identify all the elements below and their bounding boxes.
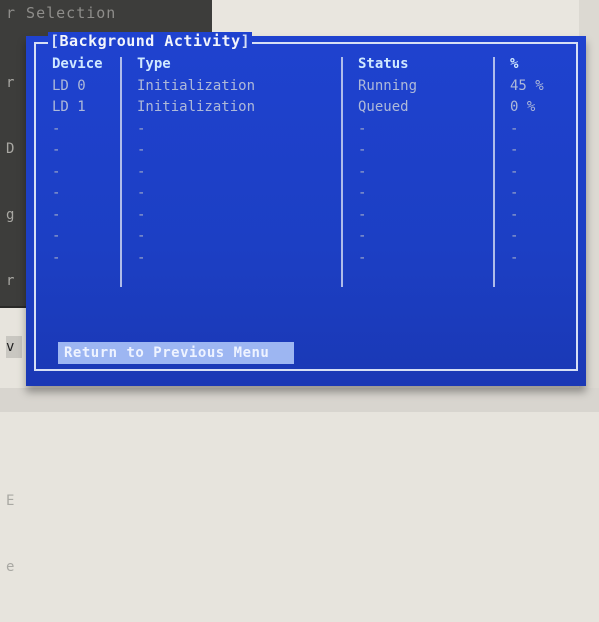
status-cell: -	[358, 185, 367, 201]
percent-cell: -	[510, 228, 519, 244]
background-letter: r	[6, 75, 15, 91]
status-cell: -	[358, 120, 367, 137]
device-header: Device	[52, 56, 103, 72]
return-to-previous-menu-button[interactable]: Return to Previous Menu	[58, 342, 294, 364]
type-cell: -	[137, 120, 146, 137]
type-cell: -	[137, 142, 146, 158]
type-cell: -	[137, 185, 146, 201]
background-window-title: r Selection	[6, 4, 117, 22]
column-divider	[120, 57, 122, 287]
device-cell: -	[52, 163, 61, 180]
percent-cell: -	[510, 163, 519, 180]
status-header: Status	[358, 56, 409, 72]
device-cell: -	[52, 206, 61, 223]
device-cell: -	[52, 228, 61, 244]
background-letter: v	[6, 336, 22, 358]
type-cell: -	[137, 206, 146, 223]
background-letter: D	[6, 141, 15, 157]
dialog-frame: [Background Activity] Device LD 0 LD 1 -…	[34, 32, 578, 371]
type-cell: Initialization	[137, 99, 256, 115]
device-column: Device LD 0 LD 1 - - - - - - -	[52, 54, 114, 269]
status-cell: Running	[358, 77, 418, 94]
device-cell: -	[52, 249, 61, 266]
background-letter: e	[6, 559, 15, 575]
type-column: Type Initialization Initialization - - -…	[137, 54, 335, 269]
percent-cell: -	[510, 142, 519, 158]
title-left-bracket: [	[50, 32, 60, 50]
type-cell: Initialization	[137, 77, 256, 94]
percent-cell: -	[510, 249, 519, 266]
percent-cell: 45 %	[510, 77, 544, 94]
status-cell: Queued	[358, 99, 409, 115]
background-activity-dialog: [Background Activity] Device LD 0 LD 1 -…	[26, 32, 586, 386]
percent-column: % 45 % 0 % - - - - - - -	[510, 54, 566, 269]
monitor-bezel-bottom	[0, 388, 599, 412]
status-cell: -	[358, 249, 367, 266]
background-letter: E	[6, 493, 15, 509]
status-column: Status Running Queued - - - - - - -	[358, 54, 488, 269]
device-cell[interactable]: LD 1	[52, 97, 114, 119]
percent-cell: -	[510, 206, 519, 223]
status-cell: -	[358, 142, 367, 158]
device-cell[interactable]: LD 0	[52, 76, 114, 98]
type-header: Type	[137, 56, 171, 72]
percent-header: %	[510, 56, 519, 72]
type-cell: -	[137, 163, 146, 180]
status-cell: -	[358, 206, 367, 223]
dialog-title: [Background Activity]	[48, 32, 253, 50]
type-cell: -	[137, 249, 146, 266]
percent-cell: 0 %	[510, 99, 536, 115]
background-letter: r	[6, 273, 15, 289]
status-cell: -	[358, 228, 367, 244]
percent-cell: -	[510, 185, 519, 201]
background-letter: g	[6, 207, 15, 223]
status-cell: -	[358, 163, 367, 180]
column-divider	[493, 57, 495, 287]
dialog-title-text: Background Activity	[59, 32, 241, 50]
percent-cell: -	[510, 120, 519, 137]
column-divider	[341, 57, 343, 287]
device-cell: -	[52, 185, 61, 201]
title-right-bracket: ]	[240, 32, 251, 50]
device-cell: -	[52, 120, 61, 137]
background-window-left-column: r D g r v E e	[6, 28, 22, 622]
type-cell: -	[137, 228, 146, 244]
device-cell: -	[52, 142, 61, 158]
